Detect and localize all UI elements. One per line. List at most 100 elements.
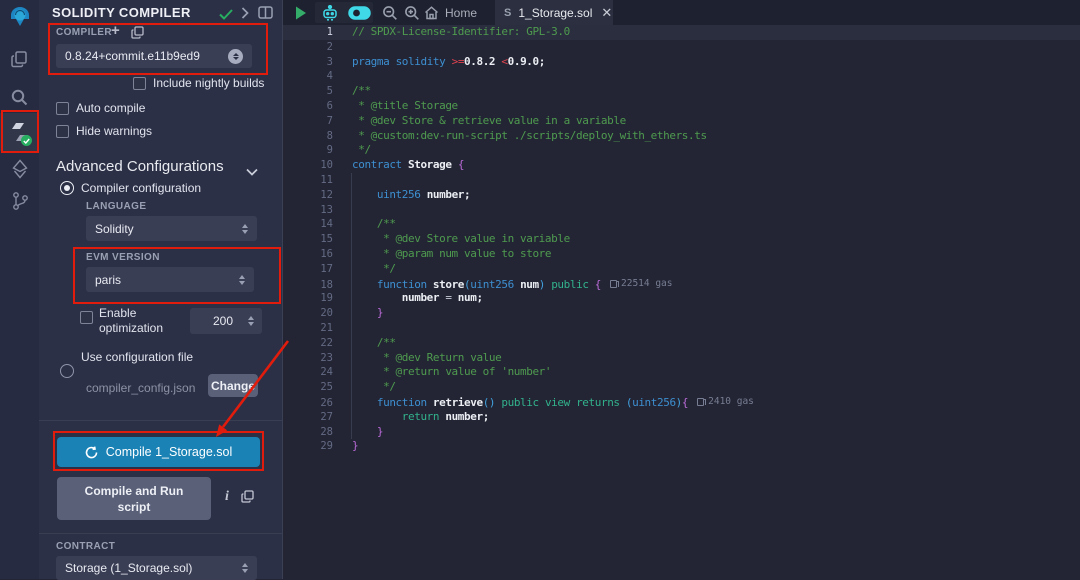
code-line[interactable]: 12 uint256 number; — [283, 188, 1080, 203]
home-icon — [424, 6, 439, 20]
code-line[interactable]: 8 * @custom:dev-run-script ./scripts/dep… — [283, 129, 1080, 144]
code-line[interactable]: 1// SPDX-License-Identifier: GPL-3.0 — [283, 25, 1080, 40]
code-line[interactable]: 21 — [283, 321, 1080, 336]
tab-close-icon[interactable]: ✕ — [601, 5, 612, 21]
include-nightly-label: Include nightly builds — [153, 76, 264, 90]
code-line[interactable]: 28 } — [283, 425, 1080, 440]
pin-panel-icon[interactable] — [258, 6, 273, 24]
code-line[interactable]: 3pragma solidity >=0.8.2 <0.9.0; — [283, 55, 1080, 70]
optimization-runs-value: 200 — [198, 314, 248, 328]
line-number: 28 — [283, 425, 333, 440]
icon-sidebar — [0, 0, 39, 579]
code-editor[interactable]: 1// SPDX-License-Identifier: GPL-3.023pr… — [283, 25, 1080, 579]
tab-1-storage-sol[interactable]: S 1_Storage.sol ✕ — [495, 0, 613, 25]
collapse-chevron-icon[interactable] — [241, 6, 249, 24]
add-compiler-icon[interactable]: + — [111, 22, 120, 39]
line-number: 3 — [283, 55, 333, 70]
solidity-compiler-panel: SOLIDITY COMPILER COMPILER + 0.8.24+comm… — [39, 0, 283, 579]
code-line[interactable]: 18 function store(uint256 num) public {2… — [283, 277, 1080, 292]
code-line[interactable]: 26 function retrieve() public view retur… — [283, 395, 1080, 410]
code-line[interactable]: 19 number = num; — [283, 291, 1080, 306]
code-line[interactable]: 15 * @dev Store value in variable — [283, 232, 1080, 247]
advanced-configurations-title[interactable]: Advanced Configurations — [56, 158, 224, 175]
code-line[interactable]: 17 */ — [283, 262, 1080, 277]
line-number: 5 — [283, 84, 333, 99]
deploy-run-icon[interactable] — [0, 152, 39, 186]
fuel-pump-icon — [610, 280, 617, 288]
code-line[interactable]: 6 * @title Storage — [283, 99, 1080, 114]
zoom-in-icon[interactable] — [401, 0, 423, 25]
line-number: 21 — [283, 321, 333, 336]
remix-logo[interactable] — [0, 2, 39, 34]
hide-warnings-checkbox[interactable] — [56, 125, 69, 138]
toggle-switch-icon[interactable] — [345, 0, 373, 25]
home-tab[interactable]: Home — [424, 0, 496, 25]
copy-version-icon[interactable] — [131, 26, 144, 44]
code-line[interactable]: 23 * @dev Return value — [283, 351, 1080, 366]
code-line[interactable]: 22 /** — [283, 336, 1080, 351]
line-number: 4 — [283, 69, 333, 84]
compiled-check-icon — [219, 7, 233, 25]
code-line[interactable]: 14 /** — [283, 217, 1080, 232]
line-number: 29 — [283, 439, 333, 454]
evm-stepper-icon — [239, 275, 245, 285]
auto-compile-checkbox[interactable] — [56, 102, 69, 115]
panel-title: SOLIDITY COMPILER — [52, 5, 191, 20]
remix-ide-window: { "icon_sidebar": { "icons": ["remix-log… — [0, 0, 1080, 579]
search-icon[interactable] — [0, 80, 39, 114]
code-line[interactable]: 16 * @param num value to store — [283, 247, 1080, 262]
copy-script-icon[interactable] — [241, 490, 254, 508]
git-icon[interactable] — [0, 184, 39, 218]
language-label: LANGUAGE — [86, 201, 146, 212]
line-number: 13 — [283, 203, 333, 218]
use-config-file-label: Use configuration file — [81, 350, 193, 364]
contract-value: Storage (1_Storage.sol) — [65, 561, 192, 575]
code-line[interactable]: 13 — [283, 203, 1080, 218]
run-script-play-icon[interactable] — [290, 0, 312, 25]
compiler-version-select[interactable]: 0.8.24+commit.e11b9ed9 — [56, 44, 252, 68]
code-line[interactable]: 5/** — [283, 84, 1080, 99]
optimization-runs-stepper[interactable]: 200 — [190, 308, 262, 334]
line-number: 10 — [283, 158, 333, 173]
ai-assistant-robot-icon[interactable] — [317, 0, 343, 25]
line-number: 19 — [283, 291, 333, 306]
code-line[interactable]: 20 } — [283, 306, 1080, 321]
evm-version-select[interactable]: paris — [86, 267, 254, 292]
code-line[interactable]: 4 — [283, 69, 1080, 84]
panel-divider[interactable] — [282, 0, 283, 579]
code-line[interactable]: 24 * @return value of 'number' — [283, 365, 1080, 380]
code-line[interactable]: 25 */ — [283, 380, 1080, 395]
change-config-button[interactable]: Change — [208, 374, 258, 397]
code-line[interactable]: 10contract Storage { — [283, 158, 1080, 173]
refresh-icon — [85, 446, 98, 459]
contract-select[interactable]: Storage (1_Storage.sol) — [56, 556, 257, 580]
code-line[interactable]: 29} — [283, 439, 1080, 454]
tab-label: 1_Storage.sol — [518, 6, 592, 20]
line-number: 8 — [283, 129, 333, 144]
line-number: 15 — [283, 232, 333, 247]
line-number: 11 — [283, 173, 333, 188]
contract-section-label: CONTRACT — [56, 541, 115, 552]
include-nightly-checkbox[interactable] — [133, 77, 146, 90]
compile-and-run-button[interactable]: Compile and Run script — [57, 477, 211, 520]
enable-optimization-checkbox[interactable] — [80, 311, 93, 324]
fuel-pump-icon — [697, 398, 704, 406]
compile-button[interactable]: Compile 1_Storage.sol — [57, 437, 260, 467]
zoom-out-icon[interactable] — [379, 0, 401, 25]
code-line[interactable]: 7 * @dev Store & retrieve value in a var… — [283, 114, 1080, 129]
code-line[interactable]: 11 — [283, 173, 1080, 188]
use-config-file-radio[interactable] — [60, 364, 74, 378]
code-line[interactable]: 27 return number; — [283, 410, 1080, 425]
solidity-compiler-icon[interactable] — [0, 113, 39, 151]
home-label: Home — [445, 6, 477, 20]
compiler-configuration-radio[interactable] — [60, 181, 74, 195]
code-line[interactable]: 2 — [283, 40, 1080, 55]
line-number: 27 — [283, 410, 333, 425]
advanced-chevron-down-icon[interactable] — [246, 163, 258, 181]
file-explorer-icon[interactable] — [0, 42, 39, 76]
language-select[interactable]: Solidity — [86, 216, 257, 241]
line-number: 7 — [283, 114, 333, 129]
code-line[interactable]: 9 */ — [283, 143, 1080, 158]
info-icon[interactable]: i — [225, 489, 229, 505]
runs-stepper-icon — [248, 316, 254, 326]
